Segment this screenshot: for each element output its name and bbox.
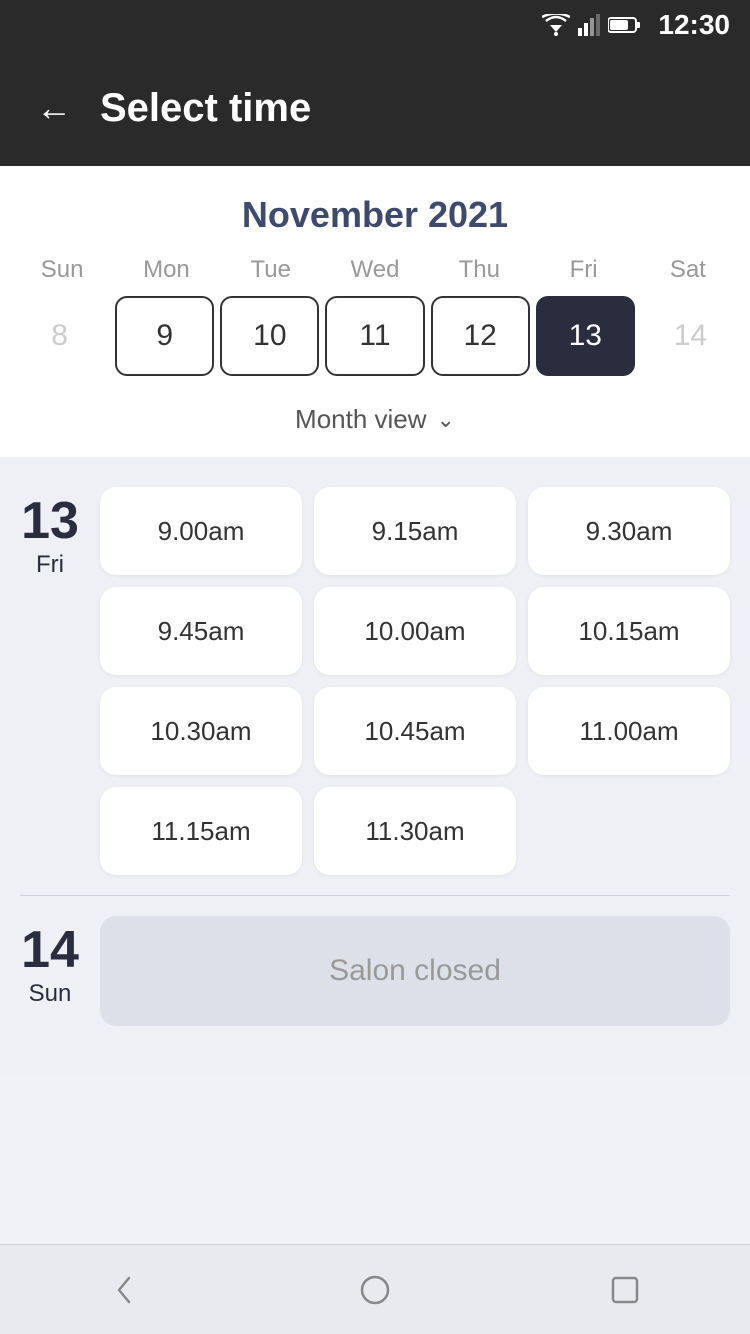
week-row: 8 9 10 11 12 13 14 bbox=[0, 296, 750, 376]
nav-recent-button[interactable] bbox=[595, 1260, 655, 1320]
day-13-number: 13 bbox=[21, 495, 79, 547]
status-bar: 12:30 bbox=[0, 0, 750, 50]
day-cell-11[interactable]: 11 bbox=[325, 296, 424, 376]
day-cell-14[interactable]: 14 bbox=[641, 296, 740, 376]
day-cell-10[interactable]: 10 bbox=[220, 296, 319, 376]
time-section: 13 Fri 9.00am 9.15am 9.30am 9.45am 10.00… bbox=[0, 457, 750, 1076]
recent-nav-icon bbox=[607, 1272, 643, 1308]
header: ← Select time bbox=[0, 50, 750, 166]
day-13-time-grid: 9.00am 9.15am 9.30am 9.45am 10.00am 10.1… bbox=[100, 487, 730, 875]
home-nav-icon bbox=[357, 1272, 393, 1308]
page-title: Select time bbox=[100, 86, 311, 131]
back-nav-icon bbox=[107, 1272, 143, 1308]
month-view-toggle[interactable]: Month view ⌄ bbox=[0, 386, 750, 457]
chevron-down-icon: ⌄ bbox=[437, 407, 455, 433]
time-slot-900am[interactable]: 9.00am bbox=[100, 487, 302, 575]
status-icons bbox=[542, 14, 640, 36]
day-cell-9[interactable]: 9 bbox=[115, 296, 214, 376]
weekday-fri: Fri bbox=[531, 256, 635, 284]
battery-icon bbox=[608, 16, 640, 34]
day-13-name: Fri bbox=[36, 551, 64, 579]
time-slot-1030am[interactable]: 10.30am bbox=[100, 687, 302, 775]
time-slot-945am[interactable]: 9.45am bbox=[100, 587, 302, 675]
bottom-nav bbox=[0, 1244, 750, 1334]
nav-home-button[interactable] bbox=[345, 1260, 405, 1320]
time-slot-915am[interactable]: 9.15am bbox=[314, 487, 516, 575]
month-year-label: November 2021 bbox=[0, 194, 750, 236]
day-14-group: 14 Sun Salon closed bbox=[20, 916, 730, 1026]
day-14-label: 14 Sun bbox=[20, 916, 80, 1026]
nav-back-button[interactable] bbox=[95, 1260, 155, 1320]
weekday-headers: Sun Mon Tue Wed Thu Fri Sat bbox=[0, 256, 750, 284]
weekday-wed: Wed bbox=[323, 256, 427, 284]
weekday-thu: Thu bbox=[427, 256, 531, 284]
weekday-tue: Tue bbox=[219, 256, 323, 284]
back-button[interactable]: ← bbox=[36, 90, 72, 126]
day-14-name: Sun bbox=[29, 980, 72, 1008]
weekday-sun: Sun bbox=[10, 256, 114, 284]
calendar-section: November 2021 Sun Mon Tue Wed Thu Fri Sa… bbox=[0, 166, 750, 457]
status-time: 12:30 bbox=[658, 9, 730, 41]
day-cell-13[interactable]: 13 bbox=[536, 296, 635, 376]
time-slot-1000am[interactable]: 10.00am bbox=[314, 587, 516, 675]
day-divider bbox=[20, 895, 730, 896]
day-14-number: 14 bbox=[21, 924, 79, 976]
weekday-mon: Mon bbox=[114, 256, 218, 284]
day-13-label: 13 Fri bbox=[20, 487, 80, 875]
signal-icon bbox=[578, 14, 600, 36]
time-slot-1130am[interactable]: 11.30am bbox=[314, 787, 516, 875]
wifi-icon bbox=[542, 14, 570, 36]
day-cell-12[interactable]: 12 bbox=[431, 296, 530, 376]
time-slot-930am[interactable]: 9.30am bbox=[528, 487, 730, 575]
salon-closed-box: Salon closed bbox=[100, 916, 730, 1026]
time-slot-1045am[interactable]: 10.45am bbox=[314, 687, 516, 775]
salon-closed-label: Salon closed bbox=[329, 954, 501, 988]
time-slot-1100am[interactable]: 11.00am bbox=[528, 687, 730, 775]
day-cell-8[interactable]: 8 bbox=[10, 296, 109, 376]
weekday-sat: Sat bbox=[636, 256, 740, 284]
month-view-label: Month view bbox=[295, 404, 427, 435]
time-slot-1115am[interactable]: 11.15am bbox=[100, 787, 302, 875]
day-13-group: 13 Fri 9.00am 9.15am 9.30am 9.45am 10.00… bbox=[20, 487, 730, 875]
time-slot-1015am[interactable]: 10.15am bbox=[528, 587, 730, 675]
